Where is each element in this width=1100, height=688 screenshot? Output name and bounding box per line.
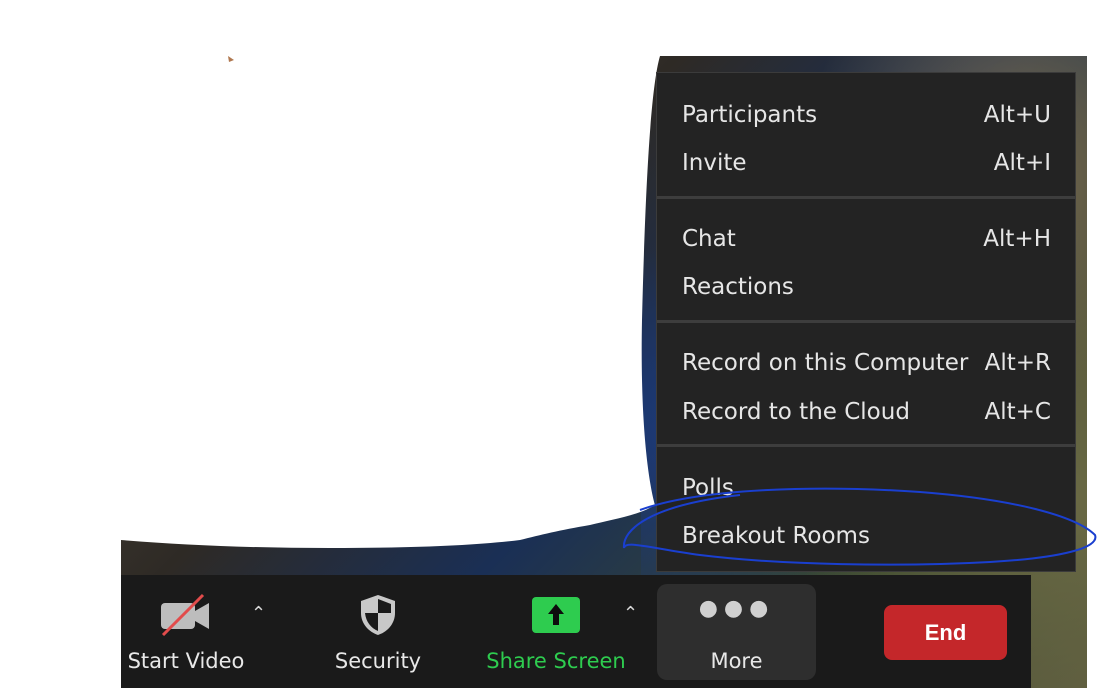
- menu-divider: [657, 444, 1075, 447]
- menu-item-reactions[interactable]: Reactions: [657, 264, 1075, 310]
- video-camera-off-icon: [161, 593, 209, 637]
- caret-up-icon[interactable]: ⌃: [251, 603, 266, 624]
- menu-item-invite[interactable]: Invite Alt+I: [657, 140, 1075, 186]
- menu-item-chat[interactable]: Chat Alt+H: [657, 216, 1075, 262]
- page-edge: [1087, 0, 1100, 688]
- share-screen-button[interactable]: Share Screen: [481, 575, 631, 688]
- security-button[interactable]: Security: [318, 575, 438, 688]
- start-video-label: Start Video: [127, 649, 245, 673]
- shield-icon: [361, 595, 395, 635]
- menu-item-participants[interactable]: Participants Alt+U: [657, 92, 1075, 138]
- share-screen-label: Share Screen: [486, 649, 626, 673]
- menu-item-breakout-rooms[interactable]: Breakout Rooms: [657, 513, 1075, 559]
- more-dropdown-menu: Participants Alt+U Invite Alt+I Chat Alt…: [656, 72, 1076, 572]
- menu-item-polls[interactable]: Polls: [657, 465, 1075, 511]
- menu-divider: [657, 196, 1075, 199]
- ellipsis-icon: ●●●: [698, 596, 775, 621]
- menu-divider: [657, 320, 1075, 323]
- security-label: Security: [334, 649, 422, 673]
- caret-up-icon[interactable]: ⌃: [623, 603, 638, 624]
- menu-item-record-computer[interactable]: Record on this Computer Alt+R: [657, 340, 1075, 386]
- share-arrow-up-icon: [532, 597, 580, 633]
- menu-item-record-cloud[interactable]: Record to the Cloud Alt+C: [657, 389, 1075, 435]
- meeting-toolbar: Start Video ⌃ Security Share Screen ⌃ ●●…: [121, 575, 1031, 688]
- more-label: More: [710, 649, 763, 673]
- start-video-button[interactable]: Start Video: [121, 575, 251, 688]
- end-button[interactable]: End: [884, 605, 1007, 660]
- more-button[interactable]: ●●● More: [657, 584, 816, 680]
